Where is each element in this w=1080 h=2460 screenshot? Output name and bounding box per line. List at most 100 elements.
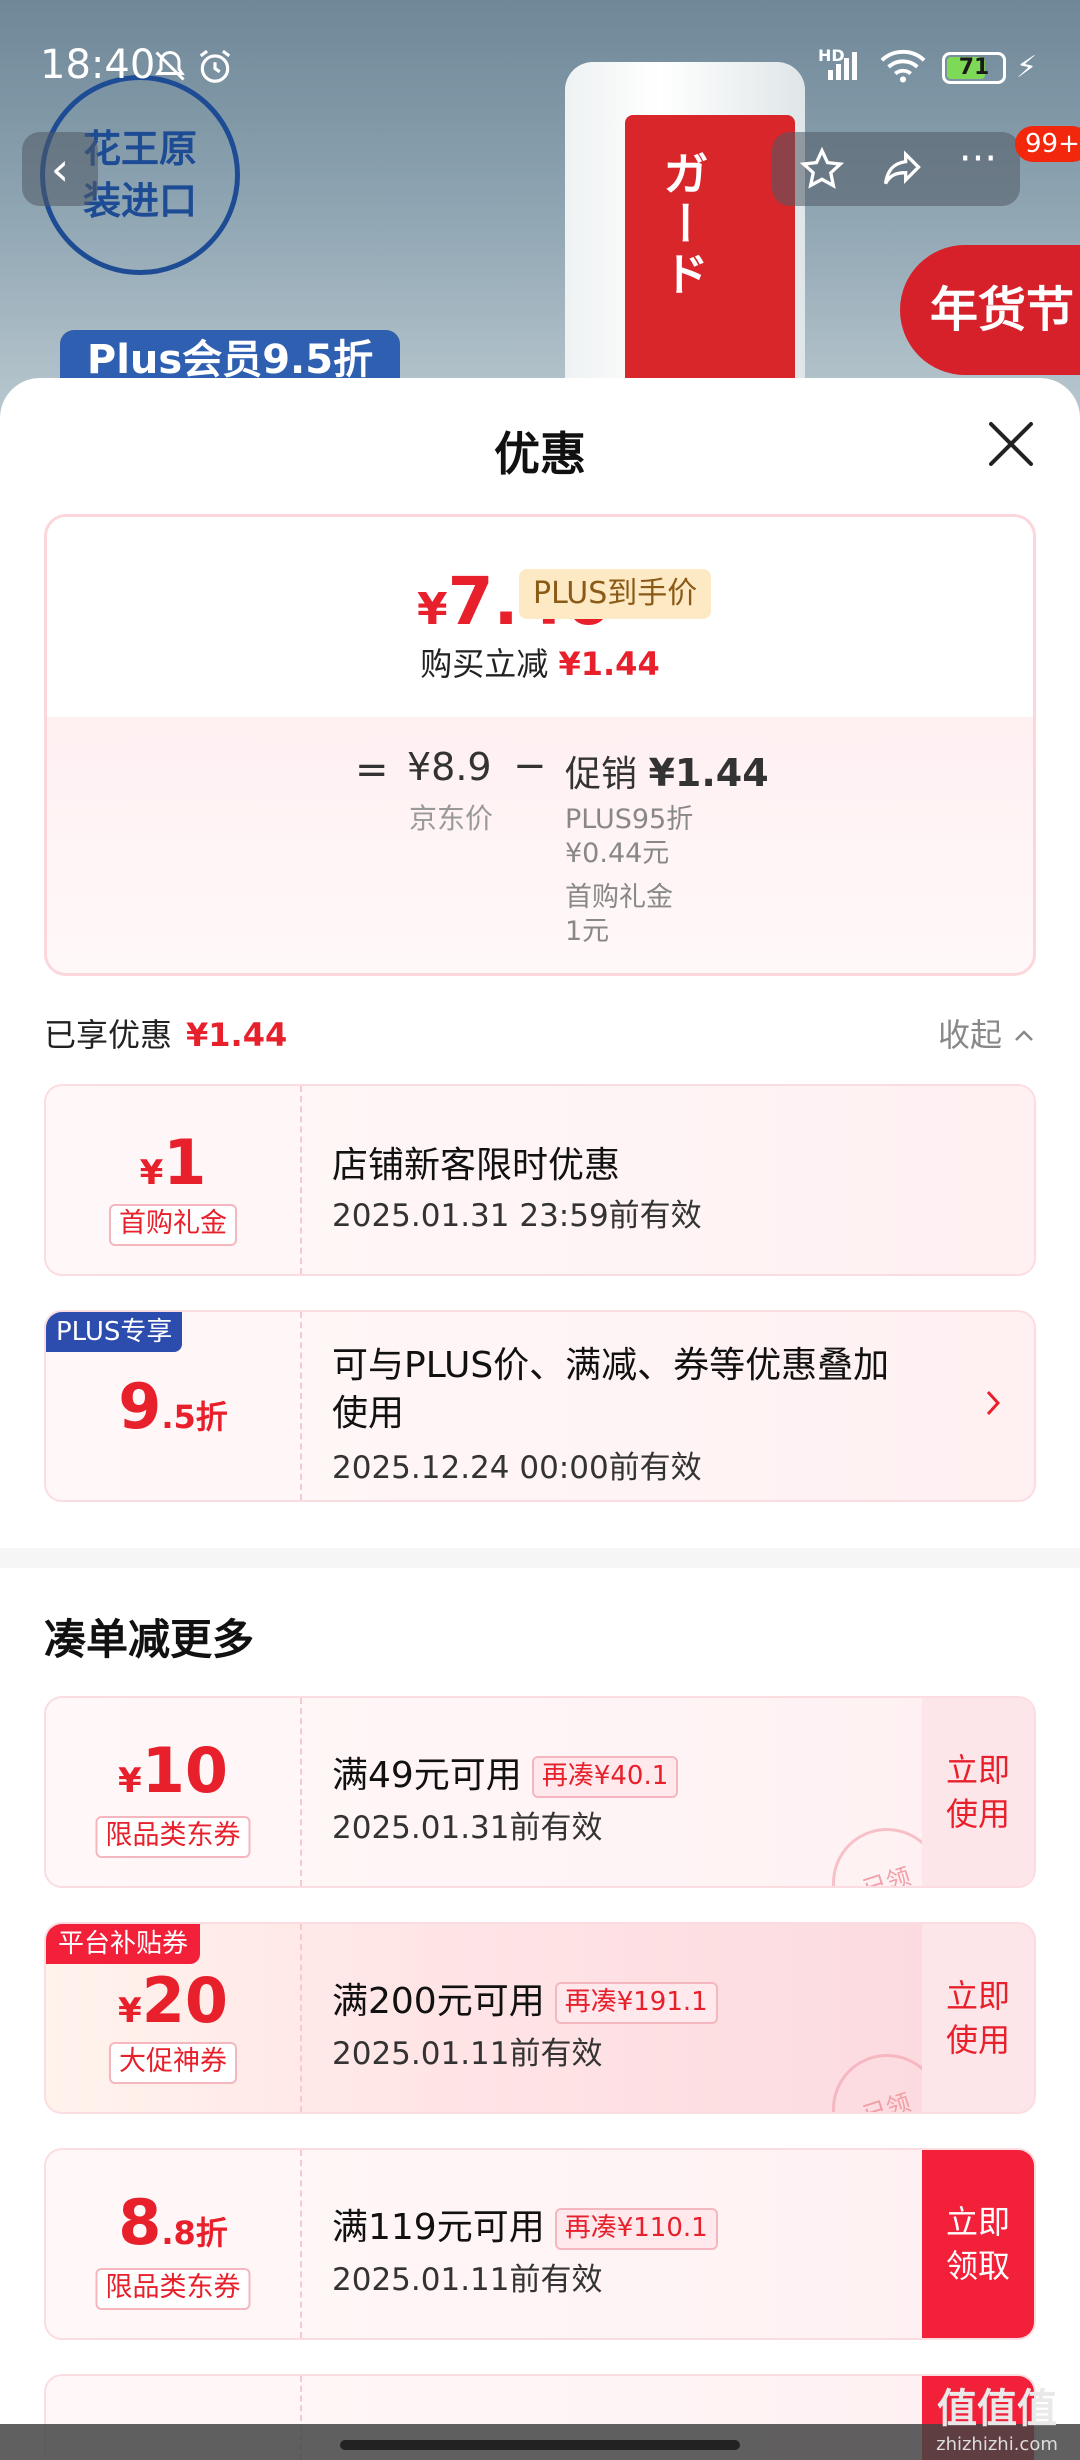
coupon-amount: ¥20 [46,1964,300,2037]
product-name: ガード [656,150,710,300]
coupon-amount-suffix: .8折 [161,2214,228,2252]
section-title: 凑单减更多 [44,1615,255,1664]
festival-badge: 年货节 [900,245,1080,375]
promo-total: 促销 ¥1.44 [565,745,769,797]
coupon-amount-value: 1 [163,1126,207,1199]
use-now-label: 立即使用 [946,1751,1011,1833]
battery-icon: 71 [942,52,1006,84]
collapse-label: 收起 [938,1016,1003,1054]
chevron-left-icon: ‹ [50,142,70,196]
plus-exclusive-badge: PLUS专享 [46,1312,183,1352]
watermark-brand: 值值值 [937,2386,1057,2432]
coupon-amount-value: 10 [141,1734,228,1807]
enjoyed-value: ¥1.44 [186,1016,288,1054]
coupon-value-area: ¥1 首购礼金 [46,1086,302,1274]
final-price-currency: ¥ [417,584,448,635]
promo-label: 促销 [565,754,638,795]
coupon-amount-currency: ¥ [118,1761,142,1801]
equals-sign: = [355,747,389,793]
watermark-site: zhizhizhi.com [936,2434,1058,2455]
coupon-amount-value: 8 [118,2186,162,2259]
charging-icon: ⚡ [1016,50,1038,85]
back-button[interactable]: ‹ [22,132,98,206]
promo-detail-line: ¥0.44元 [565,838,670,869]
coupon-title: 店铺新客限时优惠 [332,1145,621,1186]
coupon-jd-10: ¥10 限品类东券 满49元可用 再凑¥40.1 2025.01.31前有效 已领… [44,1696,1036,1888]
signal-icon [826,48,866,91]
coupon-first-purchase: ¥1 首购礼金 店铺新客限时优惠 2025.01.31 23:59前有效 [44,1084,1036,1276]
coupon-gap-badge: 再凑¥40.1 [531,1756,679,1798]
jd-price-value: ¥8.9 [407,745,492,789]
buy-reduce-value: ¥1.44 [558,645,660,683]
coupon-validity: 2025.01.11前有效 [332,2262,603,2298]
watermark: 值值值 zhizhizhi.com [922,2376,1072,2455]
use-now-button[interactable]: 立即使用 [922,1924,1034,2112]
coupon-amount: 9.5折 [46,1370,300,1443]
share-icon[interactable] [872,132,932,212]
more-icon[interactable]: ··· [948,122,1008,196]
claim-now-button[interactable]: 立即领取 [922,2150,1034,2338]
collapse-toggle[interactable]: 收起 [938,1010,1036,1056]
coupon-amount: 8.8折 [46,2186,300,2259]
coupon-validity: 2025.01.31 23:59前有效 [332,1198,702,1234]
coupon-gap-badge: 再凑¥191.1 [554,1982,718,2024]
close-icon[interactable] [985,418,1037,470]
enjoyed-label: 已享优惠 [44,1016,173,1054]
home-indicator[interactable] [340,2440,740,2450]
coupon-threshold: 满200元可用 再凑¥191.1 [332,1972,718,2024]
coupon-title-cont: 使用 [332,1393,405,1434]
section-separator [0,1548,1080,1568]
coupon-threshold: 满49元可用 再凑¥40.1 [332,1746,679,1798]
buy-reduce-label: 购买立减 [420,645,549,683]
use-now-label: 立即使用 [946,1977,1011,2059]
coupon-threshold-text: 满200元可用 [332,1981,545,2022]
coupon-tag: 首购礼金 [109,1204,237,1246]
claim-now-label: 立即领取 [946,2203,1011,2285]
sheet-title: 优惠 [494,427,586,481]
coupon-platform-20: ¥20 大促神券 平台补贴券 满200元可用 再凑¥191.1 2025.01.1… [44,1922,1036,2114]
coupon-validity: 2025.01.11前有效 [332,2036,603,2072]
coupon-amount-value: 20 [141,1964,228,2037]
price-summary-card: ¥7.46 PLUS到手价 购买立减 ¥1.44 = ¥8.9 京东价 − 促销… [44,514,1036,976]
minus-sign: − [513,743,547,789]
coupon-amount: ¥1 [46,1126,300,1199]
coupon-plus-exclusive[interactable]: 9.5折 PLUS专享 可与PLUS价、满减、券等优惠叠加 使用 2025.12… [44,1310,1036,1502]
chevron-up-icon [1012,1016,1036,1054]
coupon-amount-suffix: .5折 [161,1398,228,1436]
coupon-value-area: 8.8折 限品类东券 [46,2150,302,2338]
status-bar: 18:40 HD 71 ⚡ [0,0,1080,130]
status-time: 18:40 [40,42,156,88]
buy-reduce: 购买立减 ¥1.44 [47,639,1033,685]
battery-level: 71 [958,55,990,80]
use-now-button[interactable]: 立即使用 [922,1698,1034,1886]
coupon-tag: 大促神券 [109,2042,237,2084]
platform-subsidy-badge: 平台补贴券 [46,1924,201,1964]
plus-price-tag: PLUS到手价 [519,569,712,619]
jd-price-label: 京东价 [409,802,494,835]
coupon-jd-88: 8.8折 限品类东券 满119元可用 再凑¥110.1 2025.01.11前有效… [44,2148,1036,2340]
alarm-icon [196,48,234,95]
chevron-right-icon [984,1386,1004,1424]
coupon-validity: 2025.12.24 00:00前有效 [332,1450,702,1486]
coupon-value-area: ¥10 限品类东券 [46,1698,302,1886]
coupon-amount: ¥10 [46,1734,300,1807]
star-icon[interactable] [792,132,852,212]
coupon-amount-currency: ¥ [118,1991,142,2031]
cart-badge: 99+ [1015,126,1080,162]
coupon-amount-value: 9 [118,1370,162,1443]
promo-detail-line: 1元 [565,916,610,947]
enjoyed-discount: 已享优惠 ¥1.44 [44,1010,287,1056]
coupon-amount-currency: ¥ [139,1153,164,1193]
wifi-icon [880,48,926,93]
plus-price-tag-text: PLUS到手价 [519,569,712,619]
coupon-threshold: 满119元可用 再凑¥110.1 [332,2198,718,2250]
coupon-gap-badge: 再凑¥110.1 [554,2208,718,2250]
coupon-threshold-text: 满119元可用 [332,2207,545,2248]
coupon-title: 可与PLUS价、满减、券等优惠叠加 [332,1345,890,1386]
coupon-tag: 限品类东券 [95,1816,251,1858]
top-action-bar: ··· [772,132,1020,206]
coupon-threshold-text: 满49元可用 [332,1755,522,1796]
mute-icon [152,48,188,93]
coupon-tag: 限品类东券 [95,2268,251,2310]
coupon-validity: 2025.01.31前有效 [332,1810,603,1846]
